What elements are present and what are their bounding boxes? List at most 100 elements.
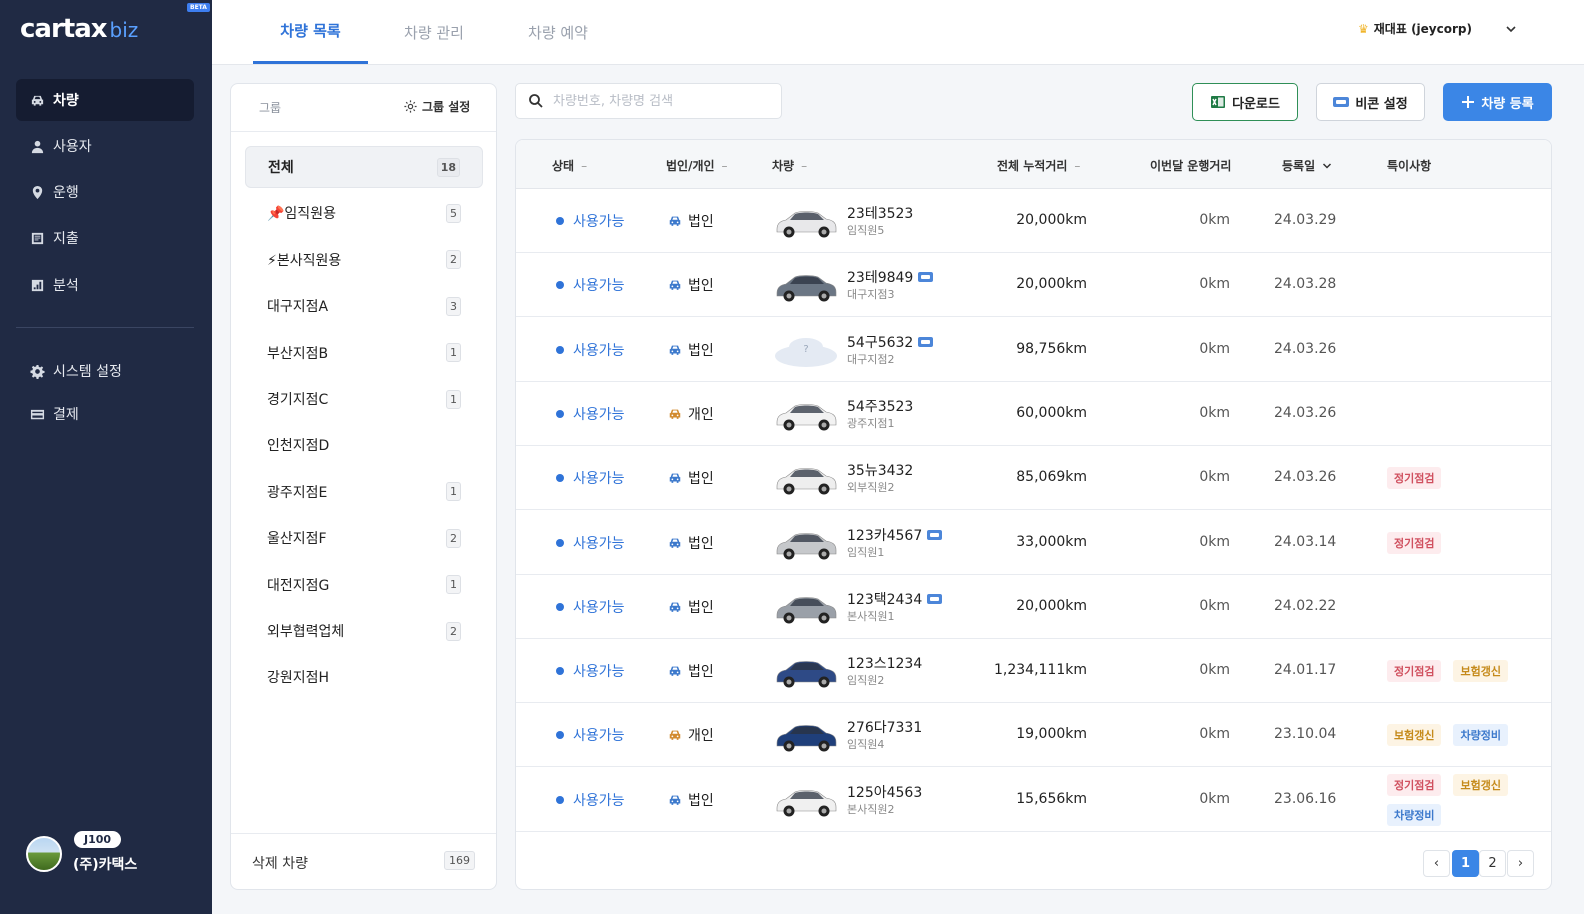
status-badge[interactable]: 사용가능 (556, 533, 625, 553)
vehicle-plate[interactable]: 23테9849 (847, 267, 934, 287)
table-row[interactable]: 사용가능 법인? 54구5632 대구지점2 98,756km 0km 24.03.26 (516, 318, 1551, 382)
next-page-button[interactable]: › (1507, 850, 1534, 877)
column-registered-date[interactable]: 등록일 (1282, 157, 1333, 174)
owner-label: 법인 (688, 342, 714, 359)
group-name: 울산지점F (267, 531, 327, 548)
group-item[interactable]: 📌임직원용 5 (245, 192, 483, 234)
add-vehicle-button[interactable]: 차량 등록 (1443, 83, 1552, 121)
avatar[interactable] (26, 836, 62, 872)
sidebar-item-label: 운행 (53, 185, 79, 201)
table-row[interactable]: 사용가능 법인 123스1234 임직원2 1,234,111km 0km 24.01.17… (516, 639, 1551, 704)
column-owner-type[interactable]: 법인/개인 – (666, 157, 728, 174)
group-item[interactable]: 강원지점H (245, 656, 483, 698)
sidebar-item-analytics[interactable]: 분석 (16, 264, 194, 306)
car-icon (669, 731, 681, 741)
group-count: 18 (436, 157, 460, 177)
group-item[interactable]: 광주지점E 1 (245, 471, 483, 513)
status-badge[interactable]: 사용가능 (556, 661, 625, 681)
deleted-vehicles-link[interactable]: 삭제 차량 (252, 853, 308, 873)
status-dot (556, 217, 564, 225)
prev-page-button[interactable]: ‹ (1423, 850, 1450, 877)
note-tag: 정기점검 (1387, 531, 1442, 554)
owner-label: 법인 (688, 471, 714, 488)
sidebar: cartax biz BETA 차량 사용자 운행 지출 분석 시스템 설정 결… (0, 0, 212, 914)
group-item[interactable]: 인천지점D (245, 424, 483, 466)
group-item[interactable]: 대구지점A 3 (245, 285, 483, 327)
status-badge[interactable]: 사용가능 (556, 725, 625, 745)
beacon-settings-button[interactable]: 비콘 설정 (1316, 83, 1425, 121)
vehicle-plate[interactable]: 23테3523 (847, 203, 913, 223)
group-count: 1 (446, 575, 461, 595)
status-badge[interactable]: 사용가능 (556, 597, 625, 617)
plate-number: 123카4567 (847, 527, 923, 544)
table-row[interactable]: 사용가능 법인 123카4567 임직원1 33,000km 0km 24.03.14 정기점… (516, 511, 1551, 575)
search-input[interactable] (553, 93, 753, 109)
sort-icon: – (721, 158, 728, 173)
vehicle-plate[interactable]: 123택2434 (847, 589, 943, 609)
status-badge[interactable]: 사용가능 (556, 211, 625, 231)
group-item[interactable]: 경기지점C 1 (245, 378, 483, 420)
table-row[interactable]: 사용가능 법인 123택2434 본사직원1 20,000km 0km 24.02.22 (516, 575, 1551, 639)
registered-date: 24.01.17 (1274, 662, 1337, 679)
tab-vehicle-management[interactable]: 차량 관리 (380, 0, 488, 64)
page-1-button[interactable]: 1 (1452, 850, 1479, 877)
status-label: 사용가능 (573, 728, 625, 745)
sidebar-item-users[interactable]: 사용자 (16, 125, 194, 167)
vehicle-plate[interactable]: 54주3523 (847, 396, 913, 416)
status-label: 사용가능 (573, 214, 625, 230)
column-total-distance[interactable]: 전체 누적거리 – (997, 157, 1080, 174)
status-badge[interactable]: 사용가능 (556, 340, 625, 360)
vehicle-plate[interactable]: 35뉴3432 (847, 460, 913, 480)
table-row[interactable]: 사용가능 법인 35뉴3432 외부직원2 85,069km 0km 24.03.26 정기점… (516, 446, 1551, 511)
month-distance: 0km (1199, 469, 1230, 486)
group-count: 3 (446, 296, 461, 316)
table-row[interactable]: 사용가능 법인 125아4563 본사직원2 15,656km 0km 23.06.16 정기… (516, 768, 1551, 832)
group-label: 그룹 (259, 101, 282, 115)
table-row[interactable]: 사용가능 개인 276다7331 임직원4 19,000km 0km 23.10.04 보험갱… (516, 703, 1551, 768)
notes-cell: 정기점검 (1387, 511, 1547, 575)
tab-vehicle-list[interactable]: 차량 목록 (253, 0, 368, 64)
vehicle-plate[interactable]: 123카4567 (847, 525, 943, 545)
group-settings-button[interactable]: 그룹 설정 (403, 98, 470, 115)
group-item[interactable]: 전체 18 (245, 146, 483, 188)
car-icon (669, 602, 681, 612)
sidebar-item-expenses[interactable]: 지출 (16, 217, 194, 259)
vehicle-plate[interactable]: 123스1234 (847, 653, 922, 673)
table-row[interactable]: 사용가능 법인 23테9849 대구지점3 20,000km 0km 24.03.28 (516, 253, 1551, 318)
status-badge[interactable]: 사용가능 (556, 468, 625, 488)
vehicle-plate[interactable]: 54구5632 (847, 332, 934, 352)
download-button[interactable]: 다운로드 (1192, 83, 1298, 121)
month-distance: 0km (1199, 340, 1230, 357)
table-row[interactable]: 사용가능 개인 54주3523 광주지점1 60,000km 0km 24.03.26 (516, 382, 1551, 446)
group-item[interactable]: 대전지점G 1 (245, 564, 483, 606)
plate-number: 125아4563 (847, 784, 923, 801)
page-2-button[interactable]: 2 (1479, 850, 1506, 877)
column-status[interactable]: 상태 – (552, 157, 587, 174)
status-badge[interactable]: 사용가능 (556, 404, 625, 424)
table-row[interactable]: 사용가능 법인 23테3523 임직원5 20,000km 0km 24.03.29 (516, 189, 1551, 253)
group-item[interactable]: 울산지점F 2 (245, 517, 483, 559)
tab-vehicle-reservation[interactable]: 차량 예약 (504, 0, 612, 64)
chevron-down-icon[interactable] (1504, 22, 1518, 36)
total-distance: 1,234,111km (994, 662, 1087, 679)
status-label: 사용가능 (573, 664, 625, 681)
group-item[interactable]: ⚡본사직원용 2 (245, 239, 483, 281)
vehicle-plate[interactable]: 125아4563 (847, 782, 922, 802)
group-item[interactable]: 외부협력업체 2 (245, 610, 483, 652)
vehicle-plate[interactable]: 276다7331 (847, 717, 922, 737)
column-vehicle[interactable]: 차량 – (772, 157, 807, 174)
status-badge[interactable]: 사용가능 (556, 275, 625, 295)
cartax-logo[interactable]: cartax biz (20, 14, 138, 50)
sidebar-item-vehicles[interactable]: 차량 (16, 79, 194, 121)
sidebar-item-system-settings[interactable]: 시스템 설정 (16, 350, 194, 392)
user-menu[interactable]: ♛ 재대표 (jeycorp) (1358, 20, 1472, 37)
group-item[interactable]: 부산지점B 1 (245, 332, 483, 374)
plate-number: 123택2434 (847, 591, 923, 608)
sidebar-item-billing[interactable]: 결제 (16, 393, 194, 435)
status-badge[interactable]: 사용가능 (556, 790, 625, 810)
group-name: 대구지점A (267, 299, 329, 316)
sidebar-item-trips[interactable]: 운행 (16, 171, 194, 213)
column-month-distance: 이번달 운행거리 (1150, 157, 1231, 174)
car-icon (669, 795, 681, 805)
owner-type: 법인 (668, 597, 714, 617)
